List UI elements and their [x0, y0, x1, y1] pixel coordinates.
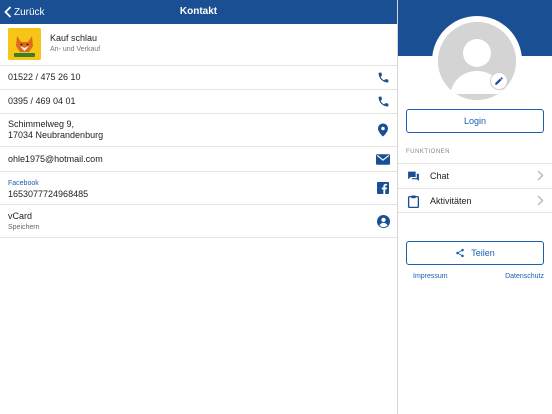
mail-icon[interactable]: [376, 152, 390, 166]
page-title: Kontakt: [179, 6, 218, 17]
back-label: Zurück: [14, 6, 45, 18]
phone-icon[interactable]: [376, 70, 390, 84]
clipboard-icon: [407, 195, 420, 208]
menu-item-chat[interactable]: Chat: [398, 163, 552, 188]
privacy-link[interactable]: Datenschutz: [505, 273, 544, 280]
chevron-right-icon: [537, 195, 544, 206]
back-button[interactable]: Zurück: [4, 0, 45, 24]
facebook-icon[interactable]: [376, 181, 390, 195]
fox-logo: [8, 28, 41, 60]
aktivitaeten-label: Aktivitäten: [430, 196, 472, 206]
phone-number-1: 01522 / 475 26 10: [8, 72, 81, 82]
address-row[interactable]: Schimmelweg 9, 17034 Neubrandenburg: [0, 114, 397, 147]
share-button[interactable]: Teilen: [406, 241, 544, 265]
vcard-title: vCard: [8, 211, 33, 221]
address-text: Schimmelweg 9, 17034 Neubrandenburg: [8, 119, 103, 141]
contact-panel: Zurück Kontakt Kauf schlau An- und Verka…: [0, 0, 397, 414]
menu-item-aktivitaeten[interactable]: Aktivitäten: [398, 188, 552, 213]
facebook-row[interactable]: Facebook 1653077724968485: [0, 172, 397, 205]
nav-bar: Zurück Kontakt: [0, 0, 397, 24]
facebook-label: Facebook: [8, 180, 39, 187]
profile-sidebar: Login FUNKTIONEN Chat Aktivitäten Teilen…: [398, 0, 552, 414]
phone-row-2[interactable]: 0395 / 469 04 01: [0, 90, 397, 114]
shop-name: Kauf schlau: [50, 33, 98, 43]
email-address: ohle1975@hotmail.com: [8, 154, 103, 164]
phone-row-1[interactable]: 01522 / 475 26 10: [0, 66, 397, 90]
shop-header: [0, 24, 397, 66]
share-icon: [456, 248, 464, 258]
facebook-block: Facebook 1653077724968485: [8, 178, 88, 200]
person-icon[interactable]: [376, 214, 390, 228]
phone-number-2: 0395 / 469 04 01: [8, 96, 76, 106]
imprint-link[interactable]: Impressum: [413, 273, 448, 280]
share-label: Teilen: [471, 248, 495, 258]
login-label: Login: [463, 116, 487, 126]
pencil-icon: [495, 77, 503, 85]
vcard-row[interactable]: vCard Speichern: [0, 205, 397, 238]
email-row[interactable]: ohle1975@hotmail.com: [0, 147, 397, 172]
address-city: 17034 Neubrandenburg: [8, 130, 104, 140]
avatar[interactable]: [438, 22, 516, 100]
location-pin-icon[interactable]: [376, 123, 390, 137]
edit-avatar-button[interactable]: [490, 72, 508, 90]
chevron-right-icon: [537, 170, 544, 181]
address-street: Schimmelweg 9,: [8, 119, 75, 129]
vcard-block: vCard Speichern: [8, 211, 40, 233]
login-button[interactable]: Login: [406, 109, 544, 133]
chat-icon: [408, 171, 419, 181]
chat-label: Chat: [430, 171, 450, 181]
section-title: FUNKTIONEN: [406, 149, 450, 155]
phone-icon[interactable]: [376, 94, 390, 108]
vcard-subtitle: Speichern: [8, 224, 40, 231]
chevron-left-icon: [4, 6, 12, 18]
shop-subtitle: An- und Verkauf: [50, 46, 101, 53]
facebook-id: 1653077724968485: [8, 189, 89, 199]
